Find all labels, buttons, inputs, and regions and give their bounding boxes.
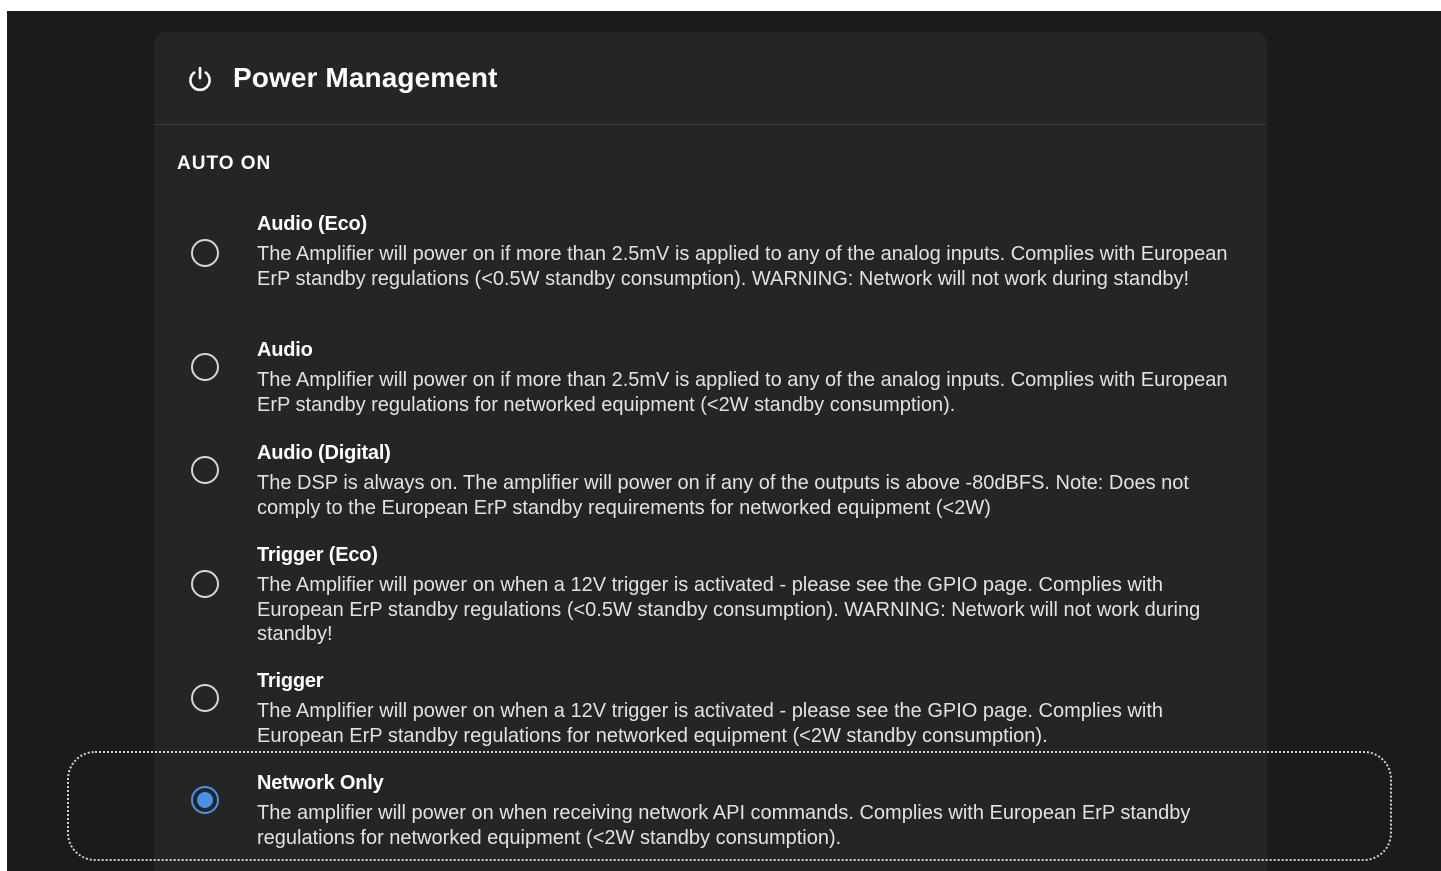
option-title: Audio	[257, 339, 313, 361]
option-text: Network Only The amplifier will power on…	[257, 771, 1247, 850]
radio-trigger-eco[interactable]	[191, 570, 219, 598]
radio-network-only[interactable]	[191, 786, 219, 814]
option-description: The Amplifier will power on when a 12V t…	[257, 574, 1201, 645]
option-text: Audio (Eco) The Amplifier will power on …	[257, 212, 1247, 291]
option-title: Network Only	[257, 772, 384, 794]
option-description: The DSP is always on. The amplifier will…	[257, 472, 1189, 519]
option-description: The Amplifier will power on when a 12V t…	[257, 700, 1163, 747]
option-description: The amplifier will power on when receivi…	[257, 802, 1191, 849]
option-text: Audio The Amplifier will power on if mor…	[257, 338, 1247, 417]
radio-audio-eco[interactable]	[191, 239, 219, 267]
power-icon	[184, 63, 216, 95]
power-management-card: Power Management AUTO ON Audio (Eco) The…	[154, 32, 1267, 871]
option-title: Trigger (Eco)	[257, 544, 378, 566]
card-title: Power Management	[233, 62, 498, 93]
option-title: Trigger	[257, 670, 324, 692]
card-header: Power Management	[154, 32, 1267, 125]
radio-trigger[interactable]	[191, 684, 219, 712]
option-description: The Amplifier will power on if more than…	[257, 369, 1228, 416]
section-label-auto-on: AUTO ON	[177, 153, 272, 174]
option-description: The Amplifier will power on if more than…	[257, 243, 1228, 290]
option-text: Trigger (Eco) The Amplifier will power o…	[257, 543, 1247, 647]
option-title: Audio (Digital)	[257, 442, 391, 464]
option-text: Audio (Digital) The DSP is always on. Th…	[257, 441, 1247, 520]
radio-audio[interactable]	[191, 353, 219, 381]
option-title: Audio (Eco)	[257, 213, 368, 235]
radio-audio-digital[interactable]	[191, 456, 219, 484]
option-text: Trigger The Amplifier will power on when…	[257, 669, 1247, 748]
app-frame: Power Management AUTO ON Audio (Eco) The…	[7, 11, 1441, 871]
